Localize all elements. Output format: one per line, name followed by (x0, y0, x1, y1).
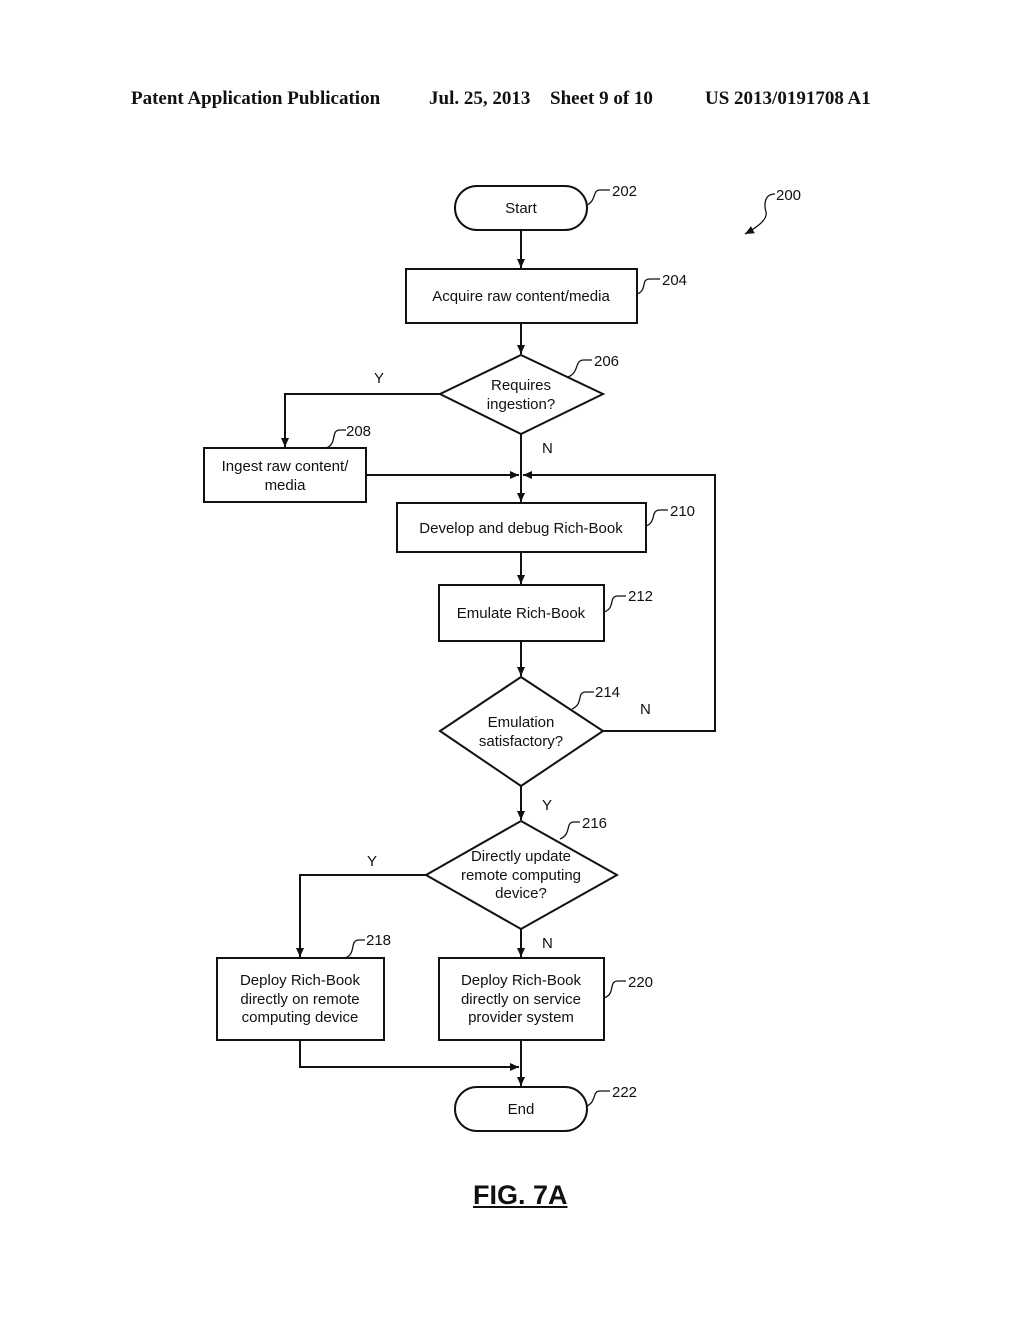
leader-220 (603, 980, 626, 999)
ref-214: 214 (595, 684, 620, 701)
node-emulation-satisfactory: Emulation satisfactory? 214 (438, 675, 620, 788)
satisfactory-diamond (438, 675, 605, 788)
develop-label: Develop and debug Rich-Book (419, 520, 623, 537)
node-start: Start 202 (454, 183, 637, 231)
satisfactory-label-line1: Emulation (488, 714, 555, 731)
ref-208: 208 (346, 423, 371, 440)
flowchart: 200 Start 202 Acquire raw content/media … (203, 183, 801, 1132)
requires-yes-label: Y (374, 370, 384, 387)
leader-214 (571, 691, 594, 710)
start-label: Start (505, 200, 538, 217)
figure-label: FIG. 7A (473, 1180, 568, 1210)
leader-206 (567, 359, 592, 378)
ref-220: 220 (628, 974, 653, 991)
node-develop: Develop and debug Rich-Book 210 (396, 502, 695, 553)
overall-reference-arrow (744, 193, 776, 235)
acquire-label: Acquire raw content/media (432, 288, 610, 305)
requires-label-line2: ingestion? (487, 396, 555, 413)
ref-200: 200 (776, 187, 801, 204)
node-end: End 222 (454, 1084, 637, 1132)
satisfactory-no-label: N (640, 701, 651, 718)
requires-diamond (437, 353, 606, 436)
node-acquire: Acquire raw content/media 204 (405, 268, 687, 324)
ingest-label-line2: media (265, 477, 307, 494)
directly-label-line3: device? (495, 885, 547, 902)
node-ingest: Ingest raw content/ media 208 (203, 423, 371, 503)
requires-label-line1: Requires (491, 377, 551, 394)
satisfactory-yes-label: Y (542, 797, 552, 814)
leader-202 (586, 189, 610, 206)
node-deploy-remote: Deploy Rich-Book directly on remote comp… (216, 932, 391, 1041)
deploy-provider-label-line1: Deploy Rich-Book (461, 972, 582, 989)
ref-218: 218 (366, 932, 391, 949)
leader-218 (344, 939, 365, 959)
emulate-label: Emulate Rich-Book (457, 605, 586, 622)
directly-yes-label: Y (367, 853, 377, 870)
directly-label-line2: remote computing (461, 867, 581, 884)
ref-210: 210 (670, 503, 695, 520)
ref-216: 216 (582, 815, 607, 832)
leader-216 (559, 821, 580, 840)
ref-204: 204 (662, 272, 687, 289)
deploy-provider-label-line2: directly on service (461, 991, 581, 1008)
directly-label-line1: Directly update (471, 848, 571, 865)
leader-222 (586, 1090, 610, 1107)
node-directly-update: Directly update remote computing device?… (423, 815, 620, 931)
deploy-remote-label-line3: computing device (242, 1009, 359, 1026)
node-deploy-provider: Deploy Rich-Book directly on service pro… (438, 957, 653, 1041)
leader-212 (603, 595, 626, 613)
ref-202: 202 (612, 183, 637, 200)
deploy-provider-label-line3: provider system (468, 1009, 574, 1026)
directly-no-label: N (542, 935, 553, 952)
leader-204 (636, 278, 660, 295)
deploy-remote-label-line1: Deploy Rich-Book (240, 972, 361, 989)
deploy-remote-label-line2: directly on remote (240, 991, 359, 1008)
arrow-deploy-remote-to-end (299, 1040, 519, 1071)
ingest-label-line1: Ingest raw content/ (222, 458, 350, 475)
node-emulate: Emulate Rich-Book 212 (438, 584, 653, 642)
leader-208 (325, 429, 346, 449)
node-requires-ingestion: Requires ingestion? 206 (437, 353, 619, 436)
ref-206: 206 (594, 353, 619, 370)
requires-no-label: N (542, 440, 553, 457)
overall-reference: 200 (744, 187, 801, 235)
ref-222: 222 (612, 1084, 637, 1101)
leader-210 (645, 509, 668, 527)
satisfactory-label-line2: satisfactory? (479, 733, 563, 750)
arrow-directly-yes-to-deploy-remote (296, 874, 426, 957)
end-label: End (508, 1101, 535, 1118)
ref-212: 212 (628, 588, 653, 605)
